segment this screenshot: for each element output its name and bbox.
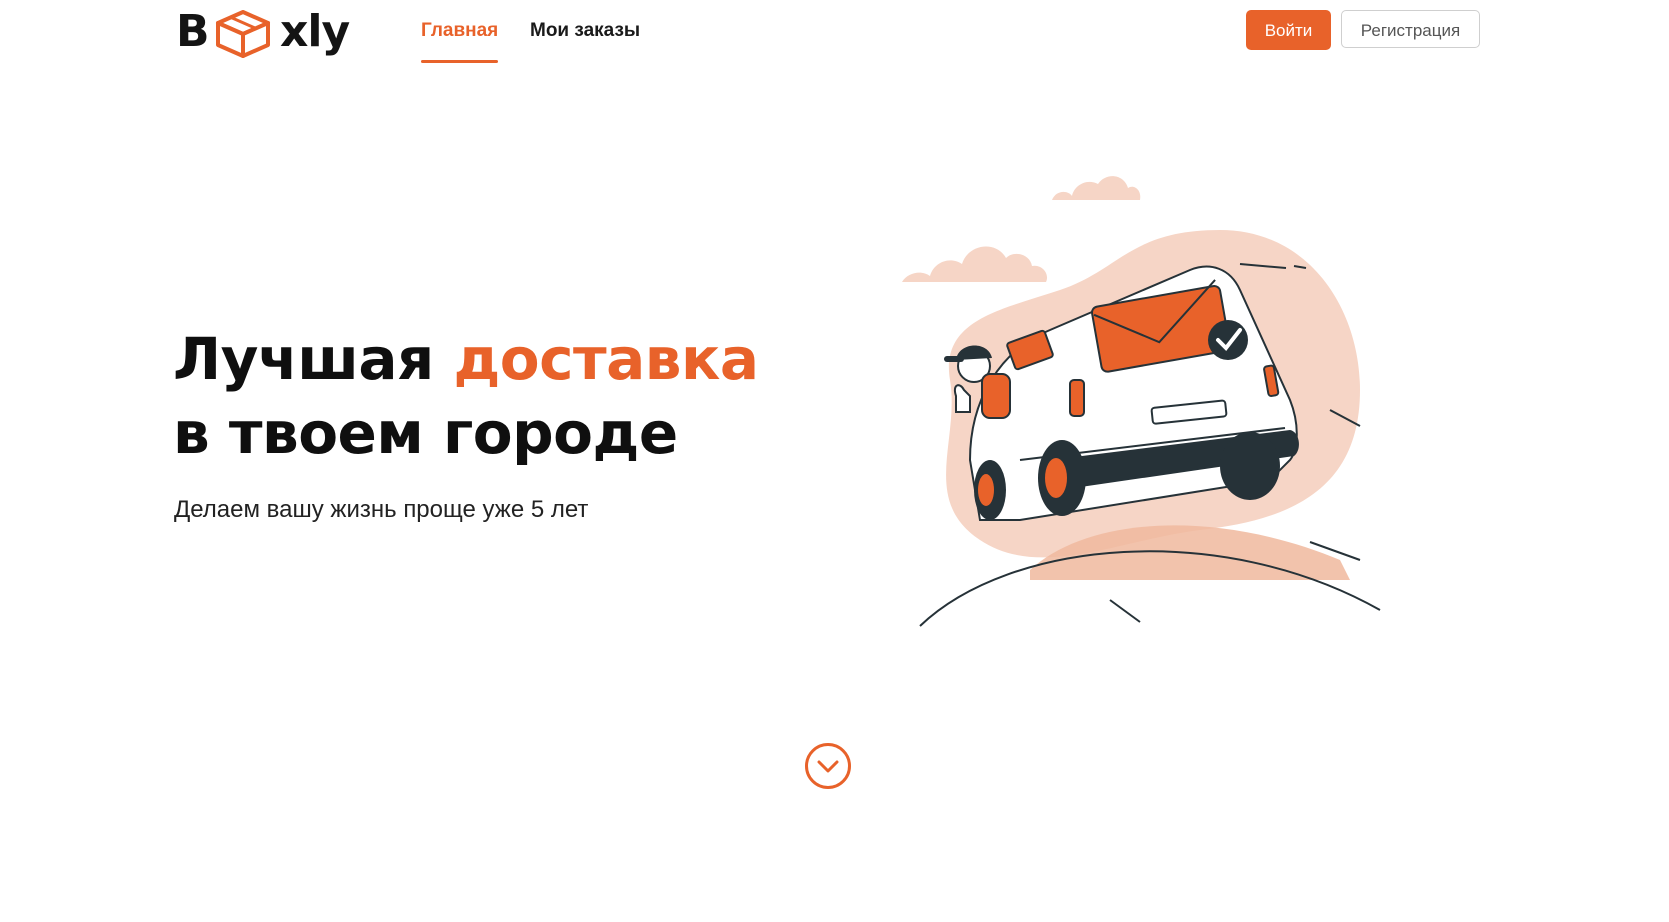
logo-text: xly xyxy=(280,6,350,57)
hero-title-start: Лучшая xyxy=(173,325,454,393)
delivery-van-illustration xyxy=(902,176,1381,627)
register-button[interactable]: Регистрация xyxy=(1341,10,1480,48)
hero-title-line2: в твоем городе xyxy=(173,399,678,467)
header: B xly Главная Мои заказы Войти Регистрац… xyxy=(0,0,1669,64)
check-badge xyxy=(1208,320,1248,360)
nav-item-my-orders[interactable]: Мои заказы xyxy=(530,18,640,44)
wheel-rear-right xyxy=(1220,432,1280,500)
hero-subtitle: Делаем вашу жизнь проще уже 5 лет xyxy=(174,496,589,523)
page: B xly Главная Мои заказы Войти Регистрац… xyxy=(0,0,1669,922)
hero-title-accent: доставка xyxy=(453,325,759,393)
cloud-large xyxy=(902,246,1048,282)
driver-shirt xyxy=(981,373,1011,419)
chevron-down-circle-icon[interactable] xyxy=(804,742,852,790)
box-icon xyxy=(216,10,270,58)
logo-letter-b: B xyxy=(176,6,210,57)
nav-active-underline xyxy=(421,60,498,63)
hero-title: Лучшая доставка в твоем городе xyxy=(173,322,873,470)
logo[interactable]: B xly xyxy=(176,4,376,58)
cloud-small xyxy=(1052,176,1141,200)
login-button[interactable]: Войти xyxy=(1246,10,1331,50)
nav-item-home[interactable]: Главная xyxy=(421,18,498,44)
